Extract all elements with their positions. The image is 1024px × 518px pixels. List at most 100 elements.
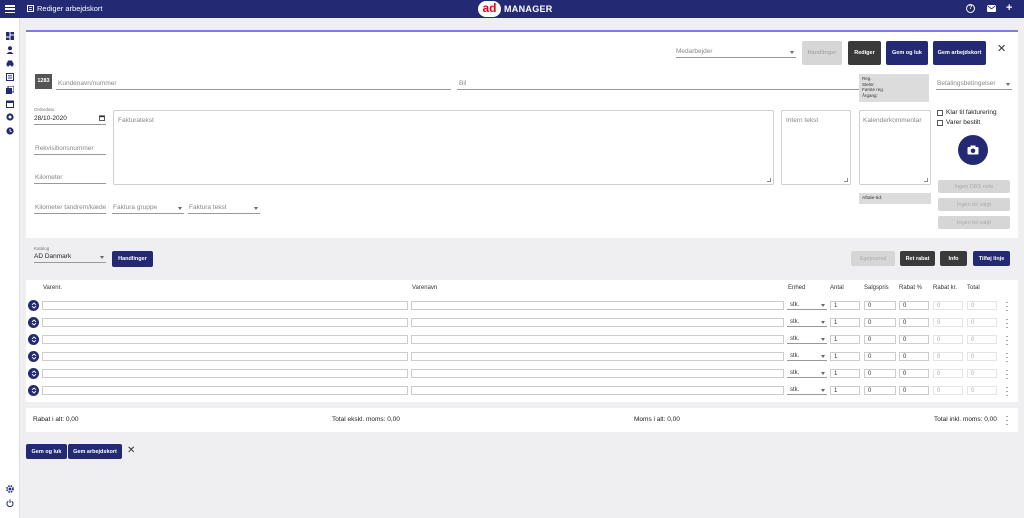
- no-car-button-2[interactable]: Ingen bil valgt: [938, 216, 1010, 229]
- varer-checkbox[interactable]: [937, 119, 943, 126]
- save-card-button[interactable]: Gem arbejdskort: [933, 41, 986, 65]
- varenr-input[interactable]: [42, 352, 408, 361]
- antal-input[interactable]: 1: [830, 369, 860, 378]
- resize-handle-icon[interactable]: [924, 178, 928, 182]
- faktura-tekst-select[interactable]: Faktura tekst: [188, 202, 260, 214]
- resize-handle-icon[interactable]: [767, 178, 771, 182]
- varenr-input[interactable]: [42, 386, 408, 395]
- add-line-button[interactable]: Tilføj linje: [973, 251, 1010, 266]
- reorder-icon[interactable]: [28, 300, 39, 311]
- customer-name-input[interactable]: Kundenavn/nummer: [56, 78, 451, 90]
- rabat-kr-input[interactable]: 0: [933, 386, 963, 395]
- clock-icon[interactable]: [5, 126, 14, 135]
- salgspris-input[interactable]: 0: [864, 318, 896, 327]
- order-date-input[interactable]: 28/10-2020: [34, 114, 106, 125]
- car-icon[interactable]: [5, 58, 14, 67]
- km-tandrem-input[interactable]: Kilometer tandrem/kæde: [34, 202, 106, 214]
- documents-icon[interactable]: [5, 85, 14, 94]
- varenavn-input[interactable]: [411, 352, 784, 361]
- varenr-input[interactable]: [42, 369, 408, 378]
- row-more-vert-icon[interactable]: · · ·: [1005, 332, 1009, 349]
- payment-terms-select[interactable]: Betalingsbetingelser: [936, 78, 1012, 90]
- info-button[interactable]: Info: [940, 251, 967, 266]
- requisition-input[interactable]: Rekvisitionsnummer: [34, 143, 106, 155]
- fakturatekst-textarea[interactable]: Fakturatekst: [113, 110, 774, 185]
- reorder-icon[interactable]: [28, 385, 39, 396]
- kalender-textarea[interactable]: Kalenderkommentar: [859, 110, 931, 185]
- settings-circle-icon[interactable]: [5, 112, 14, 121]
- enhed-select[interactable]: stk.: [787, 369, 827, 378]
- calendar-icon[interactable]: [5, 99, 14, 108]
- enhed-select[interactable]: stk.: [787, 301, 827, 310]
- klar-checkbox-row[interactable]: Klar til fakturering: [937, 109, 997, 116]
- list-icon[interactable]: [5, 72, 14, 81]
- rabat-pct-input[interactable]: 0: [899, 369, 929, 378]
- km-input[interactable]: Kilometer: [34, 172, 106, 184]
- antal-input[interactable]: 1: [830, 352, 860, 361]
- rabat-kr-input[interactable]: 0: [933, 335, 963, 344]
- rabat-kr-input[interactable]: 0: [933, 352, 963, 361]
- row-more-vert-icon[interactable]: · · ·: [1005, 315, 1009, 332]
- rediger-button[interactable]: Rediger: [848, 41, 881, 65]
- more-vert-icon[interactable]: · · ·: [1005, 412, 1009, 429]
- varenavn-input[interactable]: [411, 369, 784, 378]
- calendar-picker-icon[interactable]: [99, 115, 105, 121]
- dbs-note-button[interactable]: Ingen DBS note: [938, 180, 1010, 193]
- row-more-vert-icon[interactable]: · · ·: [1005, 383, 1009, 400]
- varer-checkbox-row[interactable]: Varer bestilt: [937, 119, 980, 126]
- varenavn-input[interactable]: [411, 335, 784, 344]
- reorder-icon[interactable]: [28, 368, 39, 379]
- footer-save-close-button[interactable]: Gem og luk: [26, 444, 67, 459]
- egejournal-button[interactable]: Egejournal: [851, 251, 895, 266]
- antal-input[interactable]: 1: [830, 318, 860, 327]
- close-icon[interactable]: ✕: [997, 42, 1006, 55]
- enhed-select[interactable]: stk.: [787, 386, 827, 395]
- gear-icon[interactable]: [5, 484, 14, 493]
- varenavn-input[interactable]: [411, 318, 784, 327]
- power-icon[interactable]: [5, 498, 14, 507]
- salgspris-input[interactable]: 0: [864, 352, 896, 361]
- faktura-gruppe-select[interactable]: Faktura gruppe: [112, 202, 184, 214]
- salgspris-input[interactable]: 0: [864, 386, 896, 395]
- varenavn-input[interactable]: [411, 301, 784, 310]
- footer-save-card-button[interactable]: Gem arbejdskort: [68, 444, 122, 459]
- enhed-select[interactable]: stk.: [787, 318, 827, 327]
- reorder-icon[interactable]: [28, 351, 39, 362]
- antal-input[interactable]: 1: [830, 335, 860, 344]
- reorder-icon[interactable]: [28, 334, 39, 345]
- varenavn-input[interactable]: [411, 386, 784, 395]
- antal-input[interactable]: 1: [830, 301, 860, 310]
- rabat-pct-input[interactable]: 0: [899, 335, 929, 344]
- salgspris-input[interactable]: 0: [864, 369, 896, 378]
- mail-icon[interactable]: [987, 5, 996, 12]
- klar-checkbox[interactable]: [937, 109, 943, 116]
- ret-rabat-button[interactable]: Ret rabat: [900, 251, 935, 266]
- catalog-actions-button[interactable]: Handlinger: [112, 251, 153, 267]
- rabat-kr-input[interactable]: 0: [933, 301, 963, 310]
- enhed-select[interactable]: stk.: [787, 335, 827, 344]
- rabat-kr-input[interactable]: 0: [933, 318, 963, 327]
- salgspris-input[interactable]: 0: [864, 335, 896, 344]
- salgspris-input[interactable]: 0: [864, 301, 896, 310]
- handlinger-button-disabled[interactable]: Handlinger: [802, 41, 842, 65]
- resize-handle-icon[interactable]: [844, 178, 848, 182]
- varenr-input[interactable]: [42, 318, 408, 327]
- row-more-vert-icon[interactable]: · · ·: [1005, 298, 1009, 315]
- camera-button[interactable]: [958, 135, 988, 165]
- antal-input[interactable]: 1: [830, 386, 860, 395]
- varenr-input[interactable]: [42, 335, 408, 344]
- car-input[interactable]: Bil: [457, 78, 880, 90]
- help-icon[interactable]: ?: [966, 4, 975, 13]
- rabat-pct-input[interactable]: 0: [899, 301, 929, 310]
- intern-tekst-textarea[interactable]: Intern tekst: [781, 110, 851, 185]
- enhed-select[interactable]: stk.: [787, 352, 827, 361]
- save-close-button[interactable]: Gem og luk: [886, 41, 928, 65]
- no-car-button-1[interactable]: Ingen bil valgt: [938, 198, 1010, 211]
- rabat-kr-input[interactable]: 0: [933, 369, 963, 378]
- row-more-vert-icon[interactable]: · · ·: [1005, 349, 1009, 366]
- reorder-icon[interactable]: [28, 317, 39, 328]
- person-icon[interactable]: [5, 45, 14, 54]
- dashboard-icon[interactable]: [5, 31, 14, 40]
- rabat-pct-input[interactable]: 0: [899, 318, 929, 327]
- varenr-input[interactable]: [42, 301, 408, 310]
